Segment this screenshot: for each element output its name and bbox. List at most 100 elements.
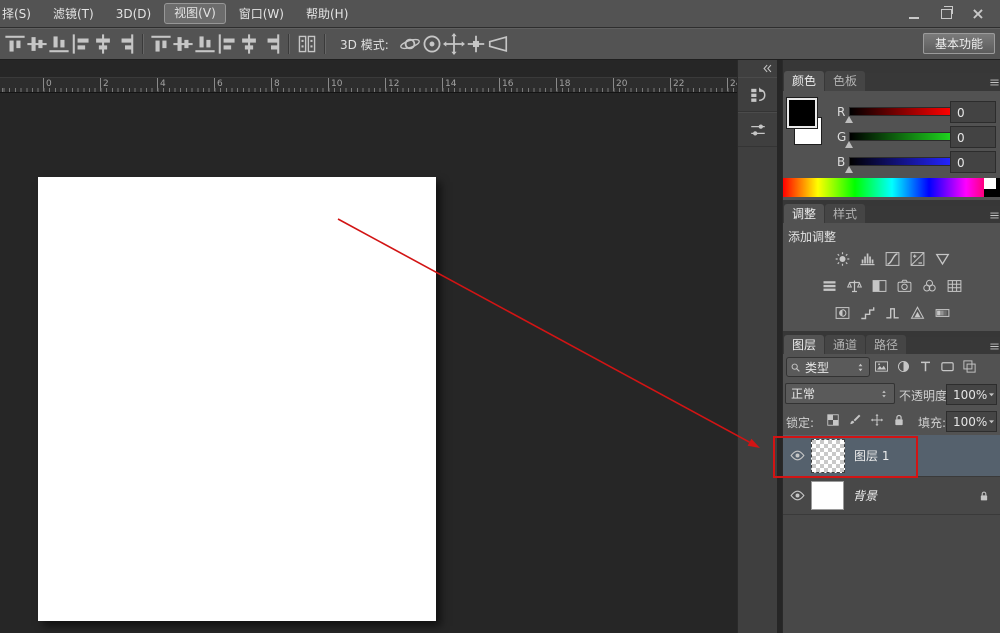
- roll-3d-button[interactable]: [421, 32, 443, 56]
- lock-all-button[interactable]: [891, 411, 907, 429]
- ramp-black-swatch[interactable]: [984, 189, 1000, 197]
- visibility-toggle[interactable]: [783, 448, 811, 463]
- align-right-button[interactable]: [260, 32, 282, 56]
- brightness-contrast-adjustment-button[interactable]: [833, 250, 851, 268]
- align-right-icon: [260, 33, 282, 55]
- slider-thumb[interactable]: [845, 166, 853, 173]
- shape-filter-icon: [940, 359, 955, 374]
- lock-pixels-button[interactable]: [847, 411, 863, 429]
- exposure-adjustment-button[interactable]: [908, 250, 926, 268]
- orbit-3d-icon: [399, 33, 421, 55]
- layer-row-0[interactable]: 图层 1: [783, 435, 1000, 477]
- layer-name[interactable]: 图层 1: [854, 447, 889, 464]
- properties-panel-button[interactable]: [738, 112, 777, 147]
- menu-item-3[interactable]: 视图(V): [164, 3, 226, 24]
- scale-3d-button[interactable]: [487, 32, 509, 56]
- color-balance-adjustment-button[interactable]: [846, 277, 864, 295]
- slider-thumb[interactable]: [845, 141, 853, 148]
- ramp-white-swatch[interactable]: [984, 178, 996, 189]
- blend-mode-dropdown[interactable]: 正常: [785, 383, 895, 404]
- ramp-black-swatch[interactable]: [996, 178, 1000, 189]
- black-white-adjustment-button[interactable]: [871, 277, 889, 295]
- minimize-button[interactable]: [898, 0, 930, 27]
- pixel-filter-button[interactable]: [873, 358, 890, 375]
- align-left-button[interactable]: [216, 32, 238, 56]
- levels-adjustment-button[interactable]: [858, 250, 876, 268]
- shape-filter-button[interactable]: [939, 358, 956, 375]
- layer-row-1[interactable]: 背景: [783, 477, 1000, 515]
- align-bottom-button[interactable]: [194, 32, 216, 56]
- distribute-right-button[interactable]: [114, 32, 136, 56]
- workspace-switcher-button[interactable]: 基本功能: [923, 33, 995, 54]
- adjustments-tab-1[interactable]: 样式: [825, 204, 865, 224]
- R-slider-track[interactable]: [849, 107, 951, 116]
- align-hcenter-button[interactable]: [238, 32, 260, 56]
- distribute-horizontal-button[interactable]: [296, 32, 318, 56]
- layer-thumbnail[interactable]: [811, 481, 844, 510]
- slide-3d-button[interactable]: [465, 32, 487, 56]
- drag-3d-button[interactable]: [443, 32, 465, 56]
- layers-tab-2[interactable]: 路径: [866, 335, 906, 355]
- split-arrows-icon: [855, 362, 866, 373]
- layer-name[interactable]: 背景: [853, 487, 877, 504]
- adjustments-tab-0[interactable]: 调整: [784, 204, 824, 224]
- restore-button[interactable]: [930, 0, 962, 27]
- lock-position-button[interactable]: [869, 411, 885, 429]
- menu-item-2[interactable]: 3D(D): [105, 1, 162, 27]
- document-canvas[interactable]: [38, 177, 436, 621]
- gradient-map-adjustment-button[interactable]: [933, 304, 951, 322]
- smart-object-filter-button[interactable]: [961, 358, 978, 375]
- color-tab-0[interactable]: 颜色: [784, 71, 824, 91]
- G-value-field[interactable]: 0: [950, 126, 996, 148]
- color-lookup-adjustment-button[interactable]: [946, 277, 964, 295]
- expand-panels-button[interactable]: [738, 60, 777, 77]
- B-slider-track[interactable]: [849, 157, 951, 166]
- menu-item-5[interactable]: 帮助(H): [295, 1, 359, 27]
- panel-menu-icon: [989, 210, 1000, 221]
- G-slider-track[interactable]: [849, 132, 951, 141]
- menu-item-0[interactable]: 择(S): [0, 1, 42, 27]
- align-bottom-icon: [194, 33, 216, 55]
- panel-menu-icon[interactable]: [989, 210, 1000, 221]
- adjustment-filter-button[interactable]: [895, 358, 912, 375]
- orbit-3d-button[interactable]: [399, 32, 421, 56]
- selective-color-adjustment-button[interactable]: [908, 304, 926, 322]
- menu-item-1[interactable]: 滤镜(T): [42, 1, 105, 27]
- layers-panel: 类型 正常 不透明度: 100% 锁定: 填充: 100% 图层 1背景: [783, 354, 1000, 633]
- vibrance-adjustment-button[interactable]: [933, 250, 951, 268]
- threshold-adjustment-button[interactable]: [883, 304, 901, 322]
- color-tab-1[interactable]: 色板: [825, 71, 865, 91]
- visibility-toggle[interactable]: [783, 488, 811, 503]
- curves-adjustment-button[interactable]: [883, 250, 901, 268]
- channel-mixer-adjustment-button[interactable]: [921, 277, 939, 295]
- toolbar-separator: [142, 34, 144, 54]
- close-button[interactable]: ×: [962, 0, 994, 27]
- panel-menu-icon[interactable]: [989, 77, 1000, 88]
- distribute-left-button[interactable]: [70, 32, 92, 56]
- distribute-bottom-button[interactable]: [48, 32, 70, 56]
- layers-tab-1[interactable]: 通道: [825, 335, 865, 355]
- R-value-field[interactable]: 0: [950, 101, 996, 123]
- slider-thumb[interactable]: [845, 116, 853, 123]
- photo-filter-adjustment-button[interactable]: [896, 277, 914, 295]
- lock-transparent-button[interactable]: [825, 411, 841, 429]
- layers-tab-0[interactable]: 图层: [784, 335, 824, 355]
- opacity-value-field[interactable]: 100%: [946, 384, 997, 405]
- align-vcenter-button[interactable]: [172, 32, 194, 56]
- panel-menu-icon[interactable]: [989, 341, 1000, 352]
- posterize-adjustment-button[interactable]: [858, 304, 876, 322]
- type-filter-button[interactable]: [917, 358, 934, 375]
- layer-thumbnail[interactable]: [811, 439, 845, 473]
- layer-filter-type-dropdown[interactable]: 类型: [786, 357, 870, 377]
- menu-item-4[interactable]: 窗口(W): [228, 1, 295, 27]
- distribute-vcenter-button[interactable]: [26, 32, 48, 56]
- align-top-button[interactable]: [150, 32, 172, 56]
- invert-adjustment-button[interactable]: [833, 304, 851, 322]
- color-spectrum-ramp[interactable]: [783, 178, 1000, 197]
- distribute-hcenter-button[interactable]: [92, 32, 114, 56]
- distribute-top-button[interactable]: [4, 32, 26, 56]
- B-value-field[interactable]: 0: [950, 151, 996, 173]
- fill-value-field[interactable]: 100%: [946, 411, 997, 432]
- hue-saturation-adjustment-button[interactable]: [821, 277, 839, 295]
- history-panel-button[interactable]: [738, 77, 777, 112]
